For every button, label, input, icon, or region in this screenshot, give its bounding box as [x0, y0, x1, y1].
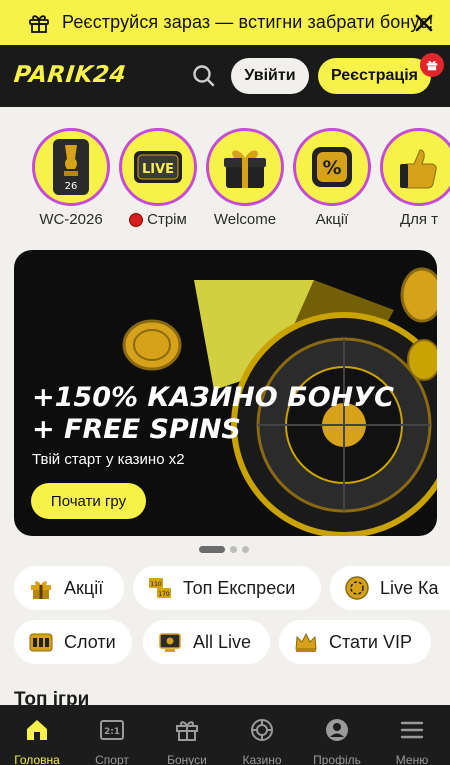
- svg-text:26: 26: [65, 181, 78, 192]
- svg-text:110: 110: [150, 581, 162, 588]
- story-label: WC-2026: [39, 211, 103, 228]
- gift-box-icon: [224, 150, 266, 188]
- close-icon[interactable]: [410, 9, 438, 37]
- promo-banner[interactable]: +150% КАЗИНО БОНУС + FREE SPINS Твій ста…: [14, 250, 437, 536]
- story-label: Стрім: [147, 211, 187, 228]
- banner-title-line2: + FREE SPINS: [32, 414, 241, 445]
- chip-label: Стати VIP: [329, 631, 412, 652]
- gift-icon: [176, 721, 198, 741]
- gift-icon: [31, 581, 51, 599]
- banner-title: +150% КАЗИНО БОНУС + FREE SPINS: [32, 382, 394, 446]
- story-wc-2026[interactable]: 26 WC-2026: [31, 128, 111, 228]
- chip-top-express[interactable]: 110 170 Топ Експреси: [133, 566, 321, 610]
- nav-casino[interactable]: Казино: [225, 705, 299, 765]
- carousel-dot[interactable]: [199, 545, 225, 553]
- chip-live-casino[interactable]: Live Ка: [330, 566, 450, 610]
- chip-all-live[interactable]: All Live: [143, 620, 270, 664]
- profile-icon: [326, 719, 348, 741]
- search-icon[interactable]: [191, 63, 217, 89]
- logo[interactable]: PARIK24: [13, 62, 128, 88]
- carousel-dot[interactable]: [242, 545, 249, 553]
- gift-icon: [29, 15, 49, 33]
- svg-text:170: 170: [158, 591, 170, 598]
- chip-label: Топ Експреси: [183, 577, 296, 598]
- story-for-you[interactable]: Для т: [379, 128, 450, 228]
- percent-icon: %: [312, 147, 352, 187]
- story-image: %: [293, 128, 371, 206]
- stories-row: 26 WC-2026 LIVE Стрім Welcome % Акції Дл…: [0, 128, 450, 233]
- svg-text:LIVE: LIVE: [142, 162, 174, 177]
- chip-become-vip[interactable]: Стати VIP: [279, 620, 431, 664]
- trophy-icon: 26: [53, 139, 89, 195]
- carousel-dot[interactable]: [230, 545, 237, 553]
- story-label: Акції: [315, 211, 349, 228]
- chip-label: Слоти: [64, 631, 116, 652]
- chip-slots[interactable]: Слоти: [14, 620, 132, 664]
- express-icon: 110 170: [149, 578, 171, 598]
- bottom-nav: Головна 2:1 Спорт Бонуси Казино Профіль: [0, 705, 450, 765]
- story-image: [380, 128, 450, 206]
- chip-label: Акції: [64, 577, 104, 598]
- nav-label: Казино: [242, 753, 282, 765]
- nav-bonuses[interactable]: Бонуси: [150, 705, 224, 765]
- slot-icon: [29, 633, 53, 652]
- chip-label: Live Ка: [380, 577, 439, 598]
- banner-subtitle: Твій старт у казино x2: [32, 451, 185, 468]
- live-dot-icon: [129, 212, 144, 227]
- chip-promotions[interactable]: Акції: [14, 566, 124, 610]
- gift-badge: [420, 53, 444, 77]
- carousel-dots: [199, 545, 249, 553]
- story-image: 26: [32, 128, 110, 206]
- home-icon: [27, 720, 47, 740]
- story-image: [206, 128, 284, 206]
- story-promotions[interactable]: % Акції: [292, 128, 372, 228]
- scoreboard-icon: 2:1: [100, 720, 124, 740]
- story-label: Для т: [399, 211, 439, 228]
- nav-sport[interactable]: 2:1 Спорт: [75, 705, 149, 765]
- gift-icon: [426, 61, 438, 71]
- nav-label: Бонуси: [167, 753, 207, 765]
- promo-bar[interactable]: Реєструйся зараз — встигни забрати бонус…: [0, 0, 450, 45]
- live-table-icon: [159, 633, 181, 652]
- nav-label: Меню: [395, 753, 429, 765]
- promo-text[interactable]: Реєструйся зараз — встигни забрати бонус…: [62, 12, 433, 33]
- story-image: LIVE: [119, 128, 197, 206]
- nav-label: Профіль: [313, 753, 361, 765]
- nav-home[interactable]: Головна: [0, 705, 74, 765]
- login-button[interactable]: Увійти: [231, 58, 309, 94]
- header: PARIK24 Увійти Реєстрація: [0, 45, 450, 107]
- story-welcome[interactable]: Welcome: [205, 128, 285, 228]
- nav-profile[interactable]: Профіль: [300, 705, 374, 765]
- nav-menu[interactable]: Меню: [375, 705, 449, 765]
- story-stream[interactable]: LIVE Стрім: [118, 128, 198, 228]
- chip-label: All Live: [193, 631, 252, 652]
- svg-text:%: %: [322, 157, 341, 179]
- crown-icon: [295, 632, 317, 652]
- nav-label: Головна: [14, 753, 60, 765]
- story-label: Welcome: [213, 211, 277, 228]
- roulette-icon: [251, 719, 273, 741]
- start-game-button[interactable]: Почати гру: [31, 483, 146, 519]
- menu-icon: [400, 721, 424, 739]
- live-tv-icon: LIVE: [134, 151, 182, 183]
- register-button[interactable]: Реєстрація: [318, 58, 431, 94]
- thumbs-up-icon: [400, 149, 437, 189]
- banner-title-line1: +150% КАЗИНО БОНУС: [32, 382, 394, 413]
- svg-text:2:1: 2:1: [104, 727, 120, 737]
- chip-icon: [345, 576, 369, 600]
- nav-label: Спорт: [95, 753, 129, 765]
